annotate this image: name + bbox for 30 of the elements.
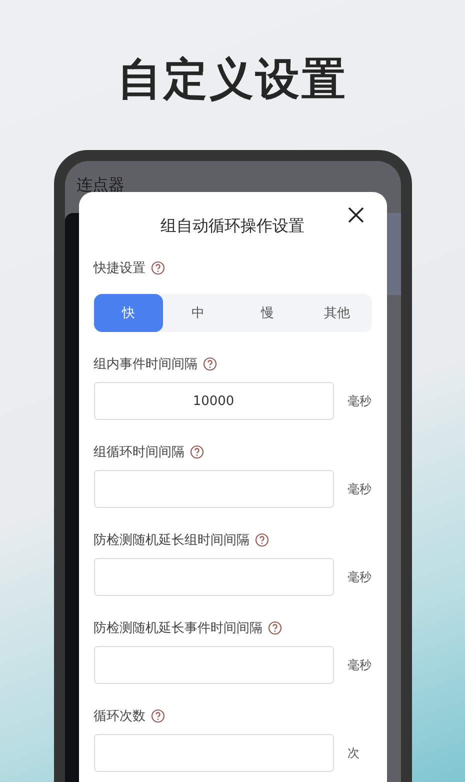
field-label: 组循环时间间隔 bbox=[94, 444, 184, 461]
help-icon[interactable] bbox=[150, 709, 164, 723]
unit-label: 毫秒 bbox=[348, 392, 372, 410]
input-field[interactable] bbox=[94, 646, 334, 684]
unit-label: 毫秒 bbox=[348, 656, 372, 674]
unit-label: 次 bbox=[348, 744, 360, 762]
help-icon[interactable] bbox=[150, 261, 164, 275]
speed-option[interactable]: 快 bbox=[94, 294, 163, 332]
speed-option[interactable]: 中 bbox=[163, 294, 232, 332]
close-icon[interactable] bbox=[346, 206, 364, 224]
field-label: 防检测随机延长组时间间隔 bbox=[94, 532, 250, 549]
app-title: 连点器 bbox=[76, 175, 124, 196]
input-field[interactable] bbox=[94, 734, 334, 772]
unit-label: 毫秒 bbox=[348, 568, 372, 586]
speed-option[interactable]: 慢 bbox=[232, 294, 302, 332]
help-icon[interactable] bbox=[202, 357, 216, 371]
field-label: 防检测随机延长事件时间间隔 bbox=[94, 620, 262, 637]
help-icon[interactable] bbox=[254, 533, 268, 547]
input-field[interactable] bbox=[94, 470, 334, 508]
field-label: 循环次数 bbox=[94, 708, 146, 725]
input-field[interactable] bbox=[94, 558, 334, 596]
help-icon[interactable] bbox=[190, 445, 204, 459]
page-heading: 自定义设置 bbox=[118, 53, 348, 107]
field-label: 快捷设置 bbox=[94, 260, 146, 277]
help-icon[interactable] bbox=[268, 621, 282, 635]
speed-option[interactable]: 其他 bbox=[302, 294, 372, 332]
input-field[interactable]: 10000 bbox=[94, 382, 334, 420]
dialog-title: 组自动循环操作设置 bbox=[160, 216, 304, 236]
unit-label: 毫秒 bbox=[348, 480, 372, 498]
field-label: 组内事件时间间隔 bbox=[94, 356, 198, 373]
